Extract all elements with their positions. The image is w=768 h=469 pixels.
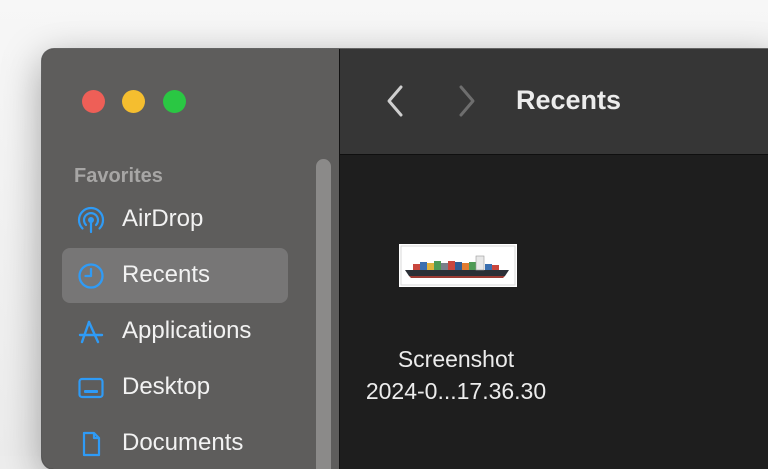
toolbar: Recents (340, 49, 768, 155)
chevron-left-icon[interactable] (380, 83, 410, 119)
sidebar-scrollbar[interactable] (316, 159, 331, 469)
sidebar-item-documents[interactable]: Documents (62, 416, 288, 469)
file-browser-content: Screenshot 2024-0...17.36.30 (340, 155, 768, 469)
sidebar-item-desktop[interactable]: Desktop (62, 360, 288, 415)
sidebar: Favorites AirDrop Recents Applications D… (42, 49, 339, 469)
zoom-button[interactable] (163, 90, 186, 113)
document-icon (82, 431, 101, 457)
sidebar-item-label: Applications (122, 317, 252, 344)
desktop-icon (78, 377, 104, 399)
sidebar-item-airdrop[interactable]: AirDrop (62, 192, 288, 247)
finder-window: Favorites AirDrop Recents Applications D… (42, 49, 768, 469)
file-name: Screenshot (397, 346, 515, 372)
chevron-right-icon[interactable] (452, 83, 482, 119)
sidebar-item-label: Recents (122, 261, 211, 288)
sidebar-item-label: Documents (122, 429, 244, 456)
close-button[interactable] (82, 90, 105, 113)
window-title: Recents (516, 85, 622, 115)
sidebar-item-applications[interactable]: Applications (62, 304, 288, 359)
clock-icon (78, 263, 104, 289)
sidebar-item-label: AirDrop (122, 205, 204, 232)
sidebar-section-favorites: Favorites (74, 165, 163, 187)
minimize-button[interactable] (122, 90, 145, 113)
sidebar-item-label: Desktop (122, 373, 211, 400)
file-name-detail: 2024-0...17.36.30 (365, 378, 547, 404)
applications-icon (78, 320, 104, 344)
container-ship-image (399, 244, 517, 287)
file-item[interactable]: Screenshot 2024-0...17.36.30 (340, 215, 572, 404)
sidebar-item-recents[interactable]: Recents (62, 248, 288, 303)
airdrop-icon (77, 206, 105, 234)
